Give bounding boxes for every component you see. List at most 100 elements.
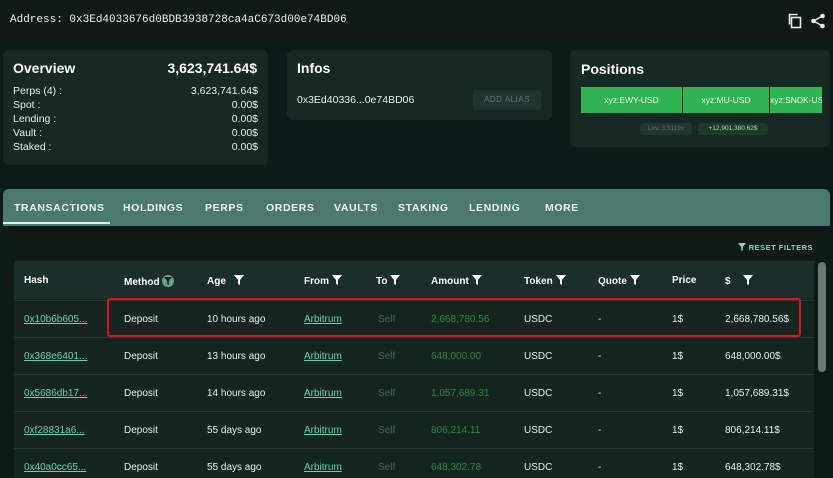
table-row: 0xf28831a6... Deposit 55 days ago Arbitr… bbox=[14, 411, 814, 448]
overview-card: Overview 3,623,741.64$ Perps (4) : 3,623… bbox=[3, 50, 268, 165]
tx-age: 55 days ago bbox=[207, 425, 262, 436]
column-header-label: Age bbox=[207, 276, 226, 287]
tx-hash-link[interactable]: 0xf28831a6... bbox=[24, 425, 85, 436]
address-text: Address: 0x3Ed4033676d0BDB3938728ca4aC67… bbox=[10, 14, 347, 26]
highlight-box bbox=[107, 298, 801, 337]
active-tab-indicator bbox=[3, 222, 110, 224]
infos-title: Infos bbox=[297, 60, 331, 76]
overview-row-label: Lending : bbox=[13, 113, 57, 125]
column-header-age[interactable]: Age bbox=[207, 275, 244, 287]
overview-row-label: Staked : bbox=[13, 141, 52, 153]
tx-price: 1$ bbox=[672, 425, 684, 436]
tab-perps[interactable]: PERPS bbox=[205, 202, 244, 214]
tx-method: Deposit bbox=[124, 388, 158, 399]
overview-total: 3,623,741.64$ bbox=[167, 60, 257, 76]
overview-row-label: Spot : bbox=[13, 99, 41, 111]
column-header-amount[interactable]: Amount bbox=[431, 275, 482, 287]
tx-age: 14 hours ago bbox=[207, 388, 266, 399]
overview-row-label: Perps (4) : bbox=[13, 85, 63, 97]
tab-lending[interactable]: LENDING bbox=[469, 202, 520, 214]
filter-icon[interactable] bbox=[233, 275, 244, 285]
tx-from-link[interactable]: Arbitrum bbox=[304, 388, 342, 399]
overview-row-lending: Lending : 0.00$ bbox=[13, 113, 258, 127]
column-header-to[interactable]: To bbox=[376, 275, 401, 287]
overview-row-perps: Perps (4) : 3,623,741.64$ bbox=[13, 85, 258, 99]
tx-to: Self bbox=[378, 388, 396, 399]
pnl-badge: +12,901,380.62$ bbox=[698, 123, 768, 135]
column-header-label: Quote bbox=[598, 276, 627, 287]
column-header-from[interactable]: From bbox=[304, 275, 342, 287]
tx-token: USDC bbox=[524, 462, 553, 473]
tx-age: 55 days ago bbox=[207, 462, 262, 473]
tx-method: Deposit bbox=[124, 462, 158, 473]
reset-filters-label: RESET FILTERS bbox=[748, 243, 813, 252]
infos-card: Infos 0x3Ed40336...0e74BD06 ADD ALIAS bbox=[287, 50, 552, 120]
column-header-price: Price bbox=[672, 275, 696, 286]
column-header-label: Token bbox=[524, 276, 553, 287]
share-icon[interactable] bbox=[810, 13, 826, 29]
position-chip[interactable]: xyz:EWY-USD bbox=[581, 87, 682, 113]
overview-row-value: 0.00$ bbox=[231, 127, 258, 139]
column-header-usd[interactable]: $ bbox=[725, 275, 753, 287]
positions-card: Positions xyz:EWY-USD xyz:MU-USD xyz:SND… bbox=[570, 50, 830, 147]
tx-hash-link[interactable]: 0x368e6401... bbox=[24, 351, 87, 362]
add-alias-button[interactable]: ADD ALIAS bbox=[473, 90, 541, 110]
filter-icon[interactable] bbox=[332, 275, 342, 285]
scrollbar-thumb[interactable] bbox=[818, 262, 826, 372]
column-header-method[interactable]: Method bbox=[124, 275, 174, 288]
tab-orders[interactable]: ORDERS bbox=[266, 202, 315, 214]
tx-hash-link[interactable]: 0x10b6b605... bbox=[24, 314, 87, 325]
tab-vaults[interactable]: VAULTS bbox=[334, 202, 378, 214]
filter-icon[interactable] bbox=[471, 275, 482, 285]
tx-to: Self bbox=[378, 351, 396, 362]
tab-holdings[interactable]: HOLDINGS bbox=[123, 202, 183, 214]
column-header-label: Hash bbox=[24, 275, 49, 286]
tab-more[interactable]: MORE bbox=[545, 202, 579, 214]
column-header-label: Price bbox=[672, 275, 697, 286]
tx-from-link[interactable]: Arbitrum bbox=[304, 351, 342, 362]
reset-filters-button[interactable]: RESET FILTERS bbox=[737, 243, 813, 252]
tx-quote: - bbox=[598, 351, 602, 362]
filter-icon[interactable] bbox=[555, 275, 566, 285]
tx-quote: - bbox=[598, 425, 602, 436]
overview-row-value: 0.00$ bbox=[231, 141, 258, 153]
table-row: 0x368e6401... Deposit 13 hours ago Arbit… bbox=[14, 337, 814, 374]
address-bar: Address: 0x3Ed4033676d0BDB3938728ca4aC67… bbox=[0, 0, 833, 40]
tab-staking[interactable]: STAKING bbox=[398, 202, 449, 214]
column-header-label: Amount bbox=[431, 276, 469, 287]
column-header-label: To bbox=[376, 276, 388, 287]
column-header-quote[interactable]: Quote bbox=[598, 275, 640, 287]
copy-icon[interactable] bbox=[787, 13, 803, 29]
tx-usd: 648,302.78$ bbox=[725, 462, 781, 473]
tx-hash-link[interactable]: 0x40a0cc65... bbox=[24, 462, 86, 473]
position-chip[interactable]: xyz:MU-USD bbox=[683, 87, 769, 113]
tx-quote: - bbox=[598, 462, 602, 473]
overview-row-value: 0.00$ bbox=[231, 99, 258, 111]
column-header-token[interactable]: Token bbox=[524, 275, 566, 287]
filter-icon[interactable] bbox=[742, 275, 753, 285]
tx-token: USDC bbox=[524, 425, 553, 436]
tx-usd: 806,214.11$ bbox=[725, 425, 780, 436]
filter-active-icon[interactable] bbox=[161, 275, 174, 287]
column-header-label: From bbox=[304, 276, 329, 287]
filter-icon[interactable] bbox=[390, 275, 401, 285]
table-row: 0x40a0cc65... Deposit 55 days ago Arbitr… bbox=[14, 448, 814, 478]
position-chip[interactable]: xyz:SNDK-US bbox=[770, 87, 822, 113]
tx-method: Deposit bbox=[124, 351, 158, 362]
tx-to: Self bbox=[378, 462, 396, 473]
address-label: Address: bbox=[10, 14, 63, 26]
tx-hash-link[interactable]: 0x5686db17... bbox=[24, 388, 87, 399]
column-header-hash: Hash bbox=[24, 275, 48, 286]
tx-from-link[interactable]: Arbitrum bbox=[304, 425, 342, 436]
column-header-label: $ bbox=[725, 276, 731, 287]
tab-transactions[interactable]: TRANSACTIONS bbox=[14, 202, 105, 214]
tx-from-link[interactable]: Arbitrum bbox=[304, 462, 342, 473]
tx-token: USDC bbox=[524, 351, 553, 362]
filter-icon bbox=[737, 243, 746, 251]
tx-price: 1$ bbox=[672, 462, 684, 473]
positions-title: Positions bbox=[581, 61, 645, 77]
tx-age: 13 hours ago bbox=[207, 351, 266, 362]
overview-row-value: 0.00$ bbox=[231, 113, 258, 125]
filter-icon[interactable] bbox=[629, 275, 640, 285]
tx-usd: 1,057,689.31$ bbox=[725, 388, 789, 399]
